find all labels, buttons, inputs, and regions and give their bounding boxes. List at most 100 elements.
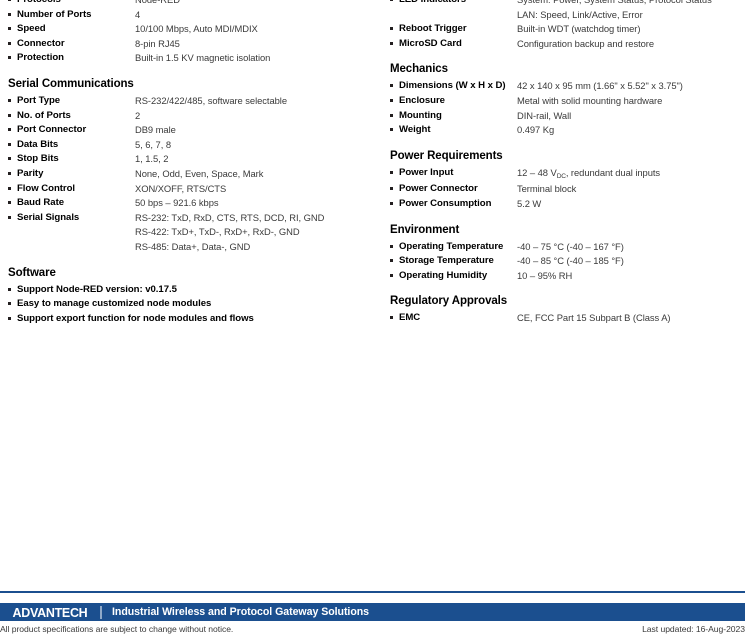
- spec-section-software: Software Support Node-RED version: v0.17.…: [8, 266, 380, 327]
- spec-value: Terminal block: [517, 183, 577, 195]
- spec-row: Speed 10/100 Mbps, Auto MDI/MDIX: [8, 22, 380, 37]
- spec-label: Parity: [17, 167, 44, 179]
- spec-label: Serial Signals: [17, 211, 80, 223]
- spec-value: Configuration backup and restore: [517, 37, 655, 49]
- bullet-icon: [390, 244, 393, 248]
- spec-row: LED IndicatorsSystem: Power, System Stat…: [390, 0, 746, 22]
- spec-row: Baud Rate 50 bps – 921.6 kbps: [8, 196, 380, 211]
- spec-label: No. of Ports: [17, 109, 71, 121]
- footer-disclaimer: All product specifications are subject t…: [0, 624, 234, 634]
- spec-value-line: LAN: Speed, Link/Active, Error: [517, 8, 643, 20]
- spec-row: Protection Built-in 1.5 KV magnetic isola…: [8, 51, 380, 66]
- spec-label: Speed: [17, 23, 46, 35]
- spec-row: Operating Temperature -40 – 75 °C (-40 – …: [390, 240, 746, 255]
- spec-label: Power Connector: [399, 183, 478, 195]
- bullet-icon: [390, 259, 393, 263]
- spec-value: 4: [135, 8, 141, 20]
- bullet-icon: [8, 171, 11, 175]
- bullet-icon: [390, 27, 393, 31]
- spec-row: Stop Bits 1, 1.5, 2: [8, 152, 380, 167]
- spec-value-line: RS-232: TxD, RxD, CTS, RTS, DCD, RI, GND: [135, 211, 325, 223]
- section-title-power-requirements: Power Requirements: [390, 149, 503, 162]
- spec-row: Flow Control XON/XOFF, RTS/CTS: [8, 182, 380, 197]
- bullet-icon: [390, 113, 393, 117]
- spec-value: 42 x 140 x 95 mm (1.66" x 5.52" x 3.75"): [517, 80, 683, 92]
- spec-row: ProtocolsNode-RED: [8, 0, 380, 8]
- spec-label: Power Consumption: [399, 197, 492, 209]
- footer-solution-title: Industrial Wireless and Protocol Gateway…: [112, 606, 370, 618]
- spec-label: Protocols: [17, 0, 135, 8]
- spec-label: Port Connector: [17, 124, 87, 136]
- spec-value: 0.497 Kg: [517, 124, 555, 136]
- spec-value-line: RS-485: Data+, Data-, GND: [135, 240, 251, 252]
- spec-row: Power Consumption 5.2 W: [390, 197, 746, 212]
- spec-section-mechanics: Mechanics Dimensions (W x H x D) 42 x 140 …: [390, 62, 746, 137]
- spec-label: Support Node-RED version: v0.17.5: [17, 283, 177, 295]
- spec-value: -40 – 85 °C (-40 – 185 °F): [517, 255, 624, 267]
- spec-value: 8-pin RJ45: [135, 37, 180, 49]
- spec-row: EMC CE, FCC Part 15 Subpart B (Class A): [390, 311, 746, 326]
- bullet-icon: [390, 41, 393, 45]
- spec-label: Flow Control: [17, 182, 76, 194]
- spec-value-line: System: Power, System Status, Protocol S…: [517, 0, 712, 8]
- spec-value: CE, FCC Part 15 Subpart B (Class A): [517, 312, 671, 324]
- spec-value: Built-in 1.5 KV magnetic isolation: [135, 52, 271, 64]
- bullet-icon: [8, 287, 11, 291]
- footer-note-row: All product specifications are subject t…: [0, 624, 750, 635]
- bullet-icon: [390, 0, 393, 1]
- spec-row: Weight 0.497 Kg: [390, 123, 746, 138]
- spec-row: Enclosure Metal with solid mounting hardw…: [390, 94, 746, 109]
- bullet-icon: [8, 186, 11, 190]
- spec-value: Built-in WDT (watchdog timer): [517, 23, 641, 35]
- right-spec-column: LED IndicatorsSystem: Power, System Stat…: [390, 0, 746, 326]
- bullet-icon: [8, 12, 11, 16]
- bullet-icon: [390, 316, 393, 320]
- left-spec-column: ProtocolsNode-REDNumber of Ports 4 Speed 10…: [8, 0, 380, 326]
- spec-value-line: RS-422: TxD+, TxD-, RxD+, RxD-, GND: [135, 226, 300, 238]
- spec-value: 1, 1.5, 2: [135, 153, 169, 165]
- section-title-mechanics: Mechanics: [390, 63, 448, 76]
- spec-row: Storage Temperature -40 – 85 °C (-40 – 18…: [390, 254, 746, 269]
- spec-label: Power Input: [399, 166, 454, 178]
- spec-section-system-continued: LED IndicatorsSystem: Power, System Stat…: [390, 0, 746, 51]
- footer-divider-rule: [0, 591, 745, 593]
- spec-label: Dimensions (W x H x D): [399, 80, 506, 92]
- advantech-logo: ADVANTECH: [0, 603, 100, 621]
- spec-value: 12 – 48 VDC, redundant dual inputs: [517, 166, 661, 180]
- bullet-icon: [8, 113, 11, 117]
- spec-value: 50 bps – 921.6 kbps: [135, 197, 219, 209]
- spec-label: Storage Temperature: [399, 255, 494, 267]
- spec-label: Baud Rate: [17, 197, 64, 209]
- spec-row: Mounting DIN-rail, Wall: [390, 109, 746, 124]
- spec-value: System: Power, System Status, Protocol S…: [517, 0, 712, 22]
- spec-label: Operating Humidity: [399, 269, 488, 281]
- section-title-software: Software: [8, 266, 56, 279]
- spec-label: Enclosure: [399, 94, 445, 106]
- spec-label: LED Indicators: [399, 0, 517, 8]
- spec-section-serial-communications: Serial Communications Port Type RS-232/422…: [8, 77, 380, 255]
- spec-value: Metal with solid mounting hardware: [517, 94, 663, 106]
- bullet-icon: [8, 0, 11, 1]
- bullet-icon: [390, 98, 393, 102]
- spec-label: Protection: [17, 52, 64, 64]
- bullet-icon: [8, 316, 11, 320]
- spec-row: Power Input 12 – 48 VDC, redundant dual i…: [390, 166, 746, 183]
- footer-brand-bar: ADVANTECH Industrial Wireless and Protoc…: [0, 603, 745, 621]
- spec-label: MicroSD Card: [399, 37, 462, 49]
- spec-section-environment: Environment Operating Temperature -40 – 75…: [390, 223, 746, 284]
- spec-row: Number of Ports 4: [8, 8, 380, 23]
- spec-value: 10/100 Mbps, Auto MDI/MDIX: [135, 23, 258, 35]
- spec-label: Data Bits: [17, 138, 59, 150]
- spec-value: RS-232/422/485, software selectable: [135, 94, 287, 106]
- spec-row: Operating Humidity 10 – 95% RH: [390, 269, 746, 284]
- bullet-icon: [390, 170, 393, 174]
- spec-label: Number of Ports: [17, 8, 92, 20]
- spec-row: Port Connector DB9 male: [8, 123, 380, 138]
- spec-value: DB9 male: [135, 124, 176, 136]
- spec-section-network-continued: ProtocolsNode-REDNumber of Ports 4 Speed 10…: [8, 0, 380, 66]
- spec-label: Support export function for node modules…: [17, 312, 254, 324]
- bullet-icon: [8, 215, 11, 219]
- bullet-icon: [8, 41, 11, 45]
- spec-value: 5, 6, 7, 8: [135, 138, 171, 150]
- bullet-icon: [390, 201, 393, 205]
